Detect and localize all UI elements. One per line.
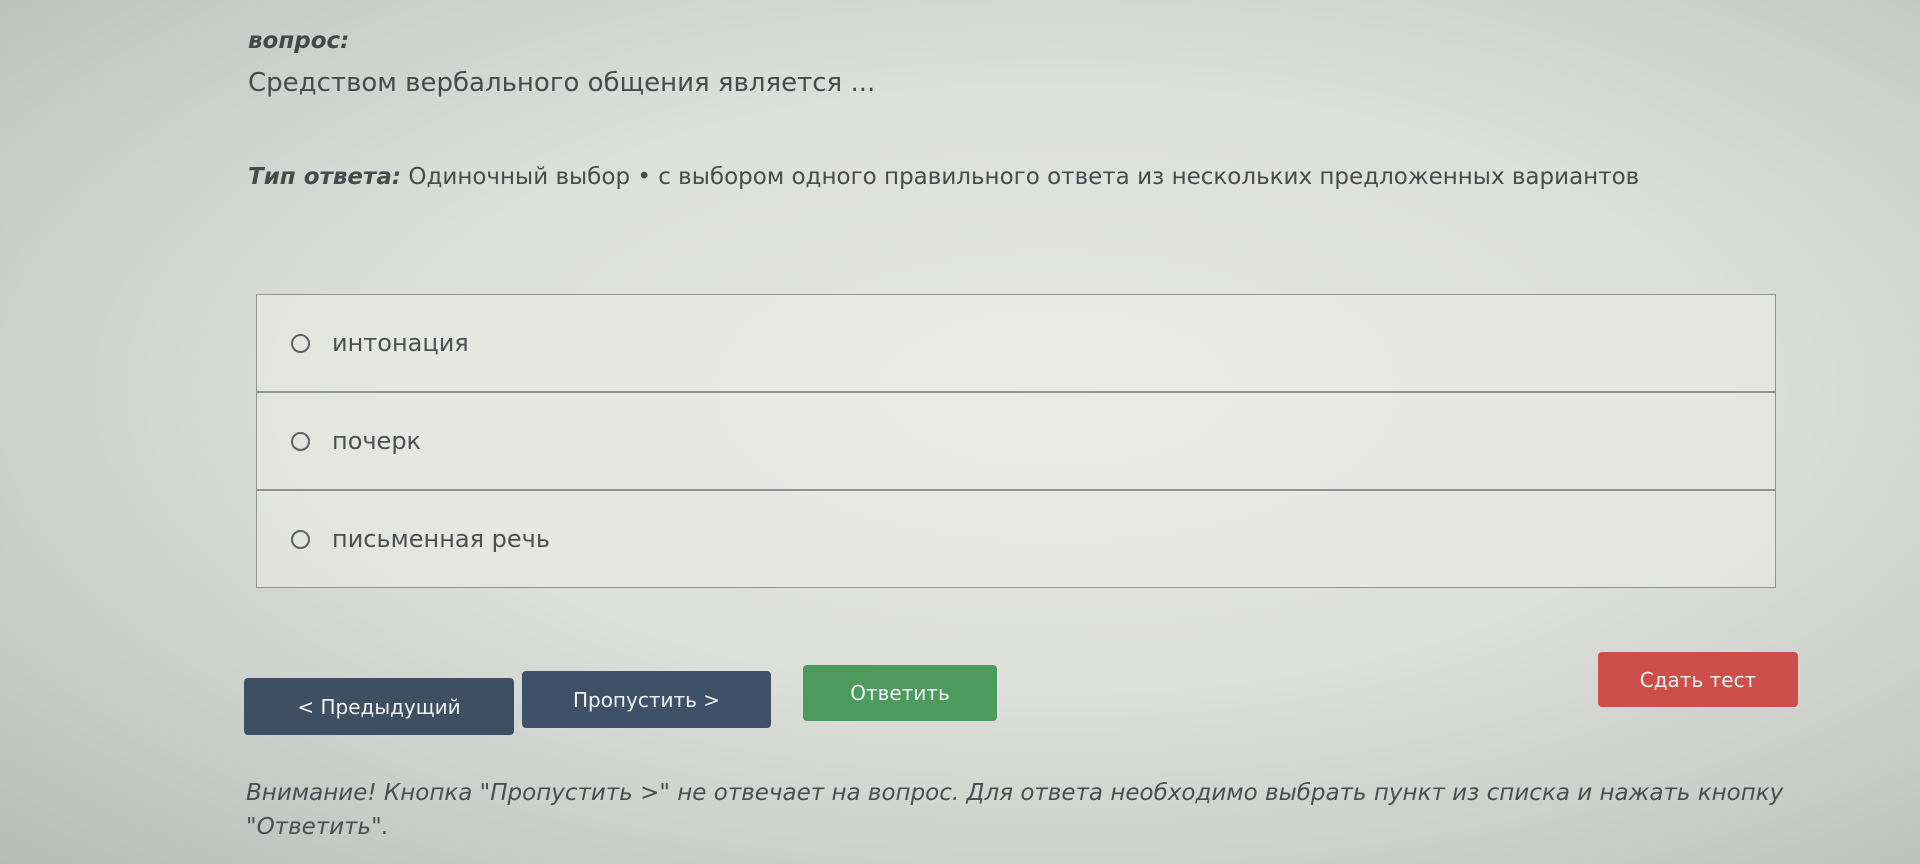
answer-button[interactable]: Ответить: [803, 665, 997, 721]
warning-note: Внимание! Кнопка "Пропустить >" не отвеч…: [246, 780, 1784, 840]
answer-option[interactable]: интонация: [256, 294, 1776, 392]
radio-button[interactable]: [291, 431, 310, 451]
answer-type-value: Одиночный выбор • с выбором одного прави…: [408, 164, 1640, 190]
answer-option[interactable]: почерк: [256, 392, 1776, 490]
answer-option[interactable]: письменная речь: [256, 490, 1776, 588]
question-label: вопрос:: [248, 28, 350, 54]
answer-type-key: Тип ответа:: [248, 164, 402, 190]
answer-option-label: интонация: [332, 329, 469, 357]
skip-button[interactable]: Пропустить >: [522, 671, 771, 728]
radio-button[interactable]: [291, 529, 310, 549]
answer-options: интонация почерк письменная речь: [256, 294, 1776, 588]
answer-type: Тип ответа: Одиночный выбор • с выбором …: [248, 164, 1639, 190]
question-text: Средством вербального общения является .…: [248, 68, 876, 98]
submit-test-button[interactable]: Сдать тест: [1598, 652, 1798, 707]
answer-option-label: почерк: [332, 427, 422, 455]
answer-option-label: письменная речь: [332, 525, 550, 553]
previous-button[interactable]: < Предыдущий: [244, 678, 514, 735]
radio-button[interactable]: [291, 333, 310, 353]
